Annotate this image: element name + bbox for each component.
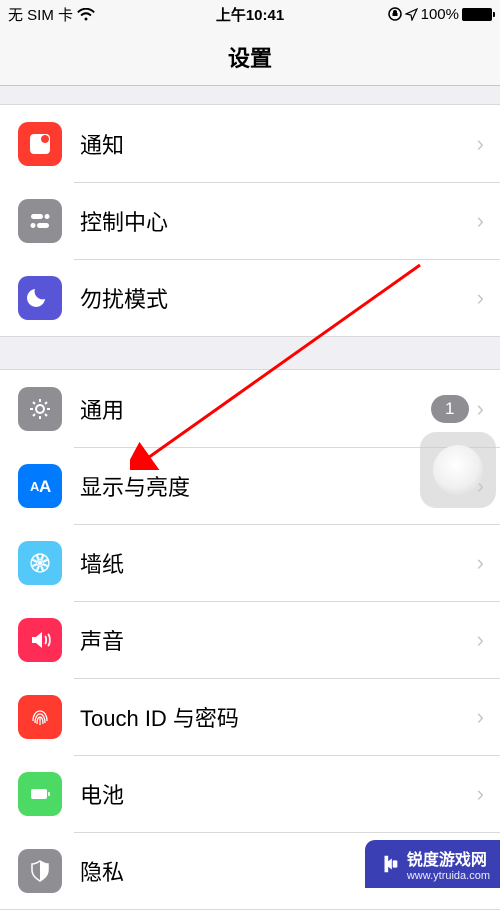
control-center-icon bbox=[18, 199, 62, 243]
touchid-icon bbox=[18, 695, 62, 739]
row-label: 声音 bbox=[80, 624, 477, 656]
row-control-center[interactable]: 控制中心 › bbox=[0, 182, 500, 259]
chevron-right-icon: › bbox=[477, 396, 484, 422]
wallpaper-icon bbox=[18, 541, 62, 585]
chevron-right-icon: › bbox=[477, 627, 484, 653]
dnd-icon bbox=[18, 276, 62, 320]
general-icon bbox=[18, 387, 62, 431]
privacy-icon bbox=[18, 849, 62, 893]
watermark-icon bbox=[379, 853, 401, 875]
assistive-touch-button[interactable] bbox=[420, 432, 496, 508]
row-sounds[interactable]: 声音 › bbox=[0, 601, 500, 678]
watermark: 锐度游戏网 www.ytruida.com bbox=[365, 840, 500, 888]
status-bar: 无 SIM 卡 上午10:41 100% bbox=[0, 0, 500, 28]
row-label: 勿扰模式 bbox=[80, 282, 477, 314]
row-touchid[interactable]: Touch ID 与密码 › bbox=[0, 678, 500, 755]
location-icon bbox=[405, 8, 418, 21]
row-label: 控制中心 bbox=[80, 205, 477, 237]
row-label: 通知 bbox=[80, 128, 477, 160]
watermark-brand: 锐度游戏网 bbox=[407, 852, 487, 869]
carrier-text: 无 SIM 卡 bbox=[8, 4, 73, 25]
page-title: 设置 bbox=[228, 41, 272, 73]
row-label: 墙纸 bbox=[80, 547, 477, 579]
chevron-right-icon: › bbox=[477, 704, 484, 730]
orientation-lock-icon bbox=[388, 7, 402, 21]
status-time: 上午10:41 bbox=[216, 4, 284, 25]
notifications-icon bbox=[18, 122, 62, 166]
sounds-icon bbox=[18, 618, 62, 662]
badge: 1 bbox=[431, 395, 469, 423]
chevron-right-icon: › bbox=[477, 781, 484, 807]
battery-row-icon bbox=[18, 772, 62, 816]
battery-percent: 100% bbox=[421, 6, 459, 23]
nav-bar: 设置 bbox=[0, 28, 500, 86]
svg-text:A: A bbox=[39, 477, 51, 496]
row-wallpaper[interactable]: 墙纸 › bbox=[0, 524, 500, 601]
status-left: 无 SIM 卡 bbox=[8, 4, 216, 25]
row-label: 电池 bbox=[80, 778, 477, 810]
row-notifications[interactable]: 通知 › bbox=[0, 105, 500, 182]
row-label: Touch ID 与密码 bbox=[80, 701, 477, 733]
chevron-right-icon: › bbox=[477, 131, 484, 157]
chevron-right-icon: › bbox=[477, 208, 484, 234]
row-label: 显示与亮度 bbox=[80, 470, 477, 502]
chevron-right-icon: › bbox=[477, 285, 484, 311]
chevron-right-icon: › bbox=[477, 550, 484, 576]
row-dnd[interactable]: 勿扰模式 › bbox=[0, 259, 500, 336]
status-right: 100% bbox=[284, 6, 492, 23]
wifi-icon bbox=[77, 8, 95, 21]
assistive-touch-inner bbox=[433, 445, 483, 495]
display-icon: AA bbox=[18, 464, 62, 508]
row-label: 通用 bbox=[80, 393, 431, 425]
watermark-url: www.ytruida.com bbox=[407, 870, 490, 882]
row-battery[interactable]: 电池 › bbox=[0, 755, 500, 832]
battery-icon bbox=[462, 8, 492, 21]
settings-group-1: 通知 › 控制中心 › 勿扰模式 › bbox=[0, 104, 500, 337]
